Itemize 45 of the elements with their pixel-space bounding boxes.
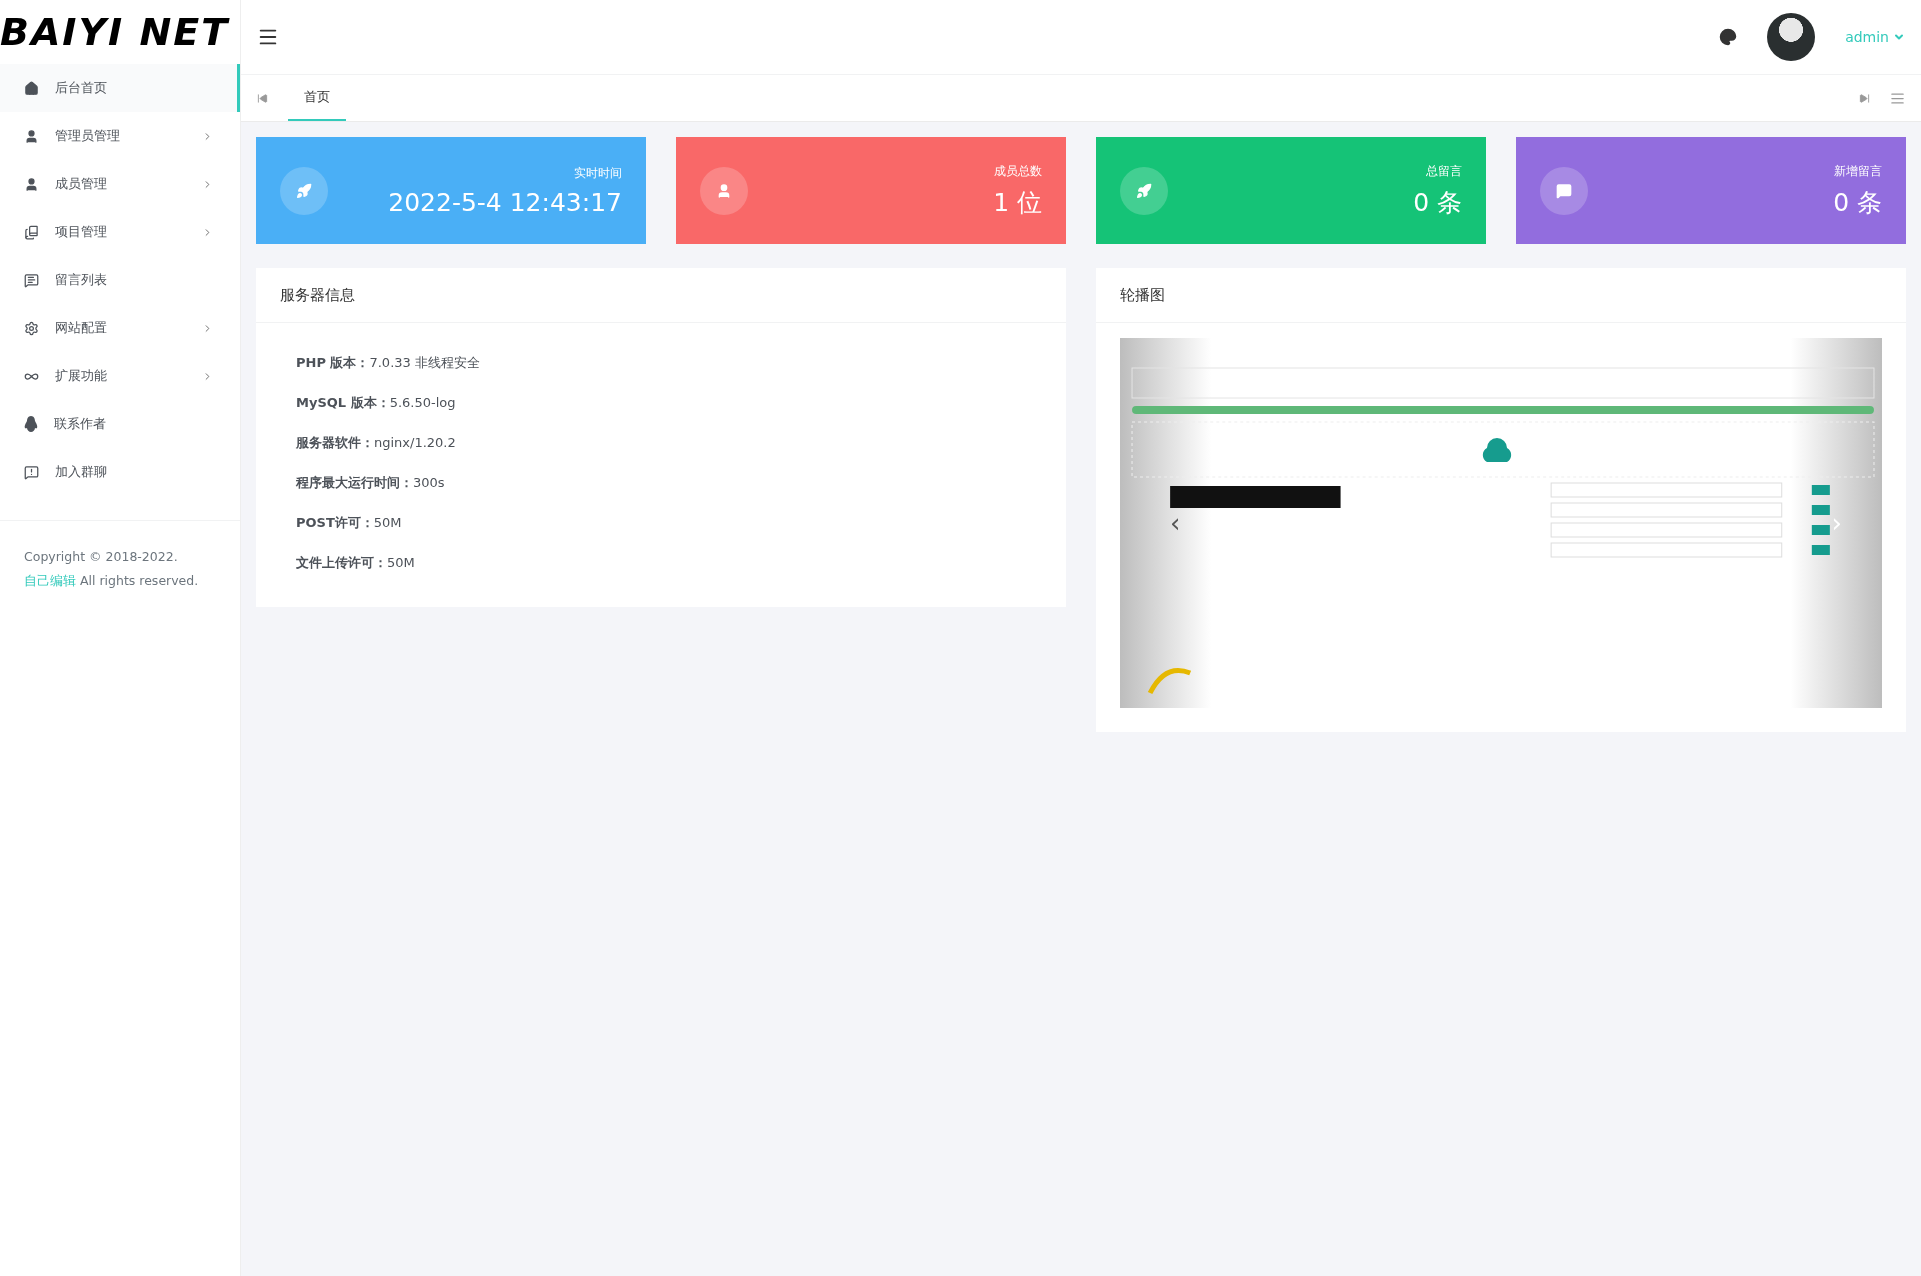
stat-value: 0 条 — [1833, 186, 1882, 219]
panel-title: 轮播图 — [1096, 268, 1906, 323]
home-icon — [24, 80, 39, 96]
person-icon — [24, 128, 39, 144]
info-row-text: PHP 版本：7.0.33 非线程安全 — [296, 354, 481, 372]
sidebar-item[interactable]: 网站配置 — [0, 304, 240, 352]
sidebar-item[interactable]: 联系作者 — [0, 400, 240, 448]
tab[interactable]: 首页 — [288, 75, 346, 121]
sidebar-item[interactable]: 加入群聊 — [0, 448, 240, 496]
person-icon — [700, 166, 748, 215]
rocket-icon — [280, 166, 328, 215]
book-icon — [24, 224, 39, 240]
info-row-text: 服务器软件：nginx/1.20.2 — [296, 434, 457, 452]
stat-title: 新增留言 — [1834, 162, 1882, 180]
message-icon — [24, 272, 39, 288]
stat-title: 总留言 — [1426, 162, 1462, 180]
stat-value: 1 位 — [993, 186, 1042, 219]
info-row-text: MySQL 版本：5.6.50-log — [296, 394, 457, 412]
stat-value: 0 条 — [1413, 186, 1462, 219]
settings-icon — [24, 320, 39, 336]
person-icon — [24, 176, 39, 192]
chat-alert-icon — [24, 464, 39, 480]
sidebar-item[interactable]: 后台首页 — [0, 64, 240, 112]
info-row-text: 程序最大运行时间：300s — [296, 474, 446, 492]
stat-title: 成员总数 — [994, 162, 1042, 180]
stat-title: 实时时间 — [574, 164, 622, 182]
penguin-icon — [24, 416, 38, 432]
sidebar-item[interactable]: 成员管理 — [0, 160, 240, 208]
info-row-text: 文件上传许可：50M — [296, 554, 416, 572]
panel-title: 服务器信息 — [256, 268, 1066, 323]
palette-icon[interactable] — [1719, 28, 1738, 46]
message-icon — [1540, 166, 1588, 215]
avatar[interactable] — [1767, 13, 1816, 61]
skip-back-icon[interactable] — [257, 92, 268, 104]
sidebar-item[interactable]: 管理员管理 — [0, 112, 240, 160]
sidebar-item[interactable]: 扩展功能 — [0, 352, 240, 400]
skip-forward-icon[interactable] — [1859, 92, 1870, 104]
logo: BAIYI NET — [0, 9, 231, 56]
stat-value: 2022-5-4 12:43:17 — [388, 187, 622, 217]
sidebar-item[interactable]: 留言列表 — [0, 256, 240, 304]
copyright-text: Copyright © 2018-2022. 自己编辑 All rights reserved. — [0, 520, 240, 617]
info-row-text: POST许可：50M — [296, 514, 403, 532]
previous-arrow[interactable]: ‹ — [1170, 508, 1181, 538]
sidebar-item[interactable]: 项目管理 — [0, 208, 240, 256]
rocket-icon — [1120, 166, 1168, 215]
